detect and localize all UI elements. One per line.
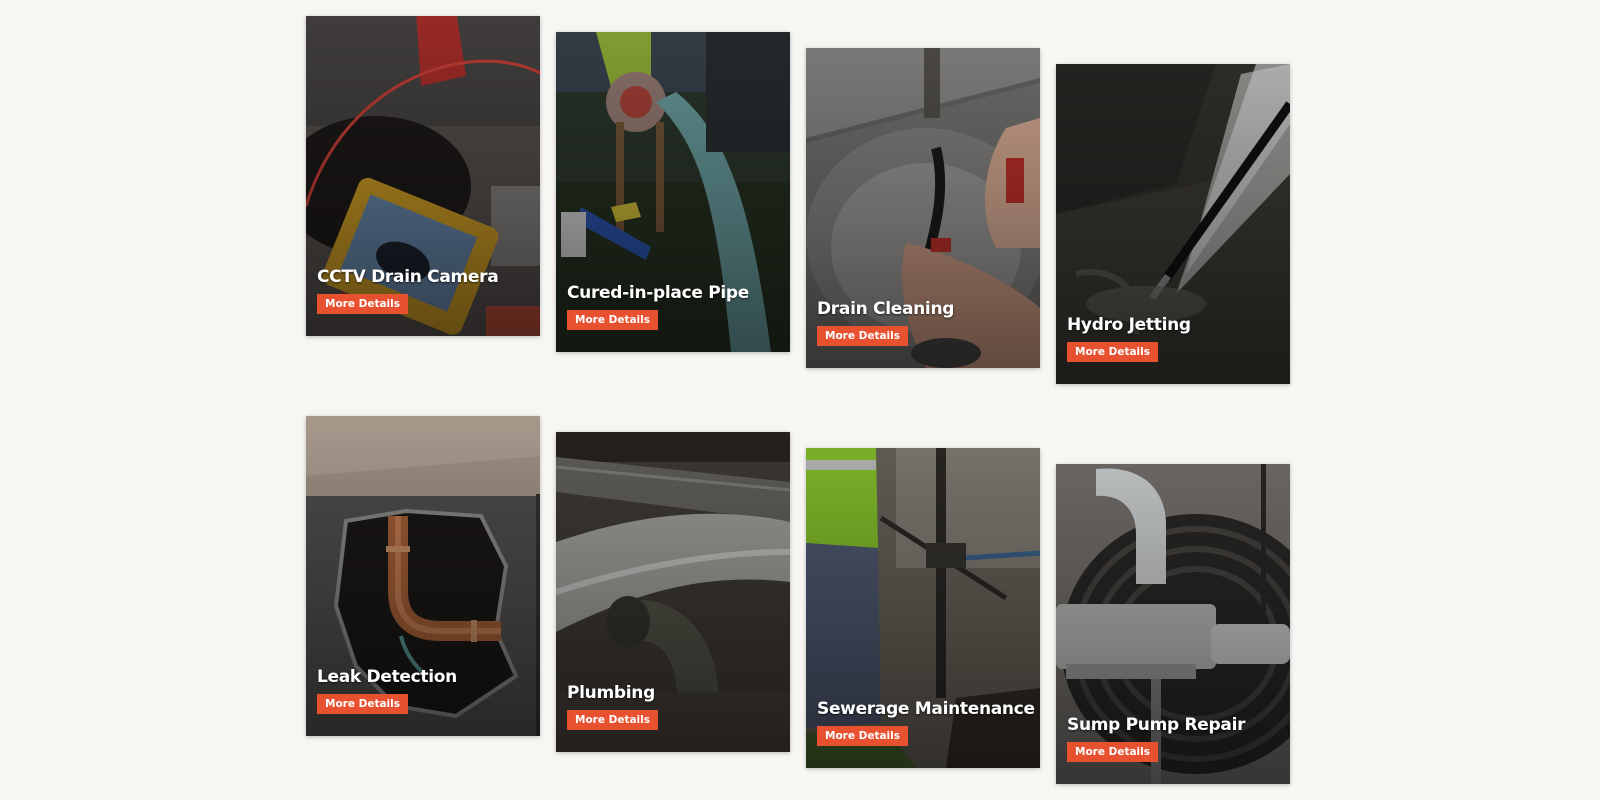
service-card-sump-pump-repair[interactable]: Sump Pump Repair More Details — [1056, 464, 1290, 784]
service-title: Leak Detection — [317, 667, 457, 687]
service-title: Plumbing — [567, 683, 655, 703]
services-grid: CCTV Drain Camera More Details Cured-in-… — [0, 0, 1600, 800]
service-card-cctv-drain-camera[interactable]: CCTV Drain Camera More Details — [306, 16, 540, 336]
card-caption: Drain Cleaning More Details — [817, 299, 1032, 346]
more-details-button[interactable]: More Details — [817, 726, 909, 746]
more-details-button[interactable]: More Details — [817, 326, 909, 346]
service-card-drain-cleaning[interactable]: Drain Cleaning More Details — [806, 48, 1040, 368]
more-details-button[interactable]: More Details — [567, 310, 659, 330]
more-details-button[interactable]: More Details — [1067, 742, 1159, 762]
card-caption: Sewerage Maintenance More Details — [817, 699, 1035, 746]
service-title: Hydro Jetting — [1067, 315, 1191, 335]
more-details-button[interactable]: More Details — [1067, 342, 1159, 362]
service-card-leak-detection[interactable]: Leak Detection More Details — [306, 416, 540, 736]
card-caption: Sump Pump Repair More Details — [1067, 715, 1282, 762]
more-details-button[interactable]: More Details — [317, 694, 409, 714]
more-details-button[interactable]: More Details — [317, 294, 409, 314]
card-caption: Cured-in-place Pipe More Details — [567, 283, 782, 330]
more-details-button[interactable]: More Details — [567, 710, 659, 730]
service-title: Sump Pump Repair — [1067, 715, 1246, 735]
service-title: Drain Cleaning — [817, 299, 955, 319]
service-card-sewerage-maintenance[interactable]: Sewerage Maintenance More Details — [806, 448, 1040, 768]
service-card-plumbing[interactable]: Plumbing More Details — [556, 432, 790, 752]
service-title: Sewerage Maintenance — [817, 699, 1035, 719]
service-card-cured-in-place-pipe[interactable]: Cured-in-place Pipe More Details — [556, 32, 790, 352]
service-title: CCTV Drain Camera — [317, 267, 499, 287]
service-title: Cured-in-place Pipe — [567, 283, 749, 303]
card-caption: Hydro Jetting More Details — [1067, 315, 1282, 362]
card-caption: Leak Detection More Details — [317, 667, 532, 714]
card-caption: CCTV Drain Camera More Details — [317, 267, 532, 314]
service-card-hydro-jetting[interactable]: Hydro Jetting More Details — [1056, 64, 1290, 384]
card-caption: Plumbing More Details — [567, 683, 782, 730]
